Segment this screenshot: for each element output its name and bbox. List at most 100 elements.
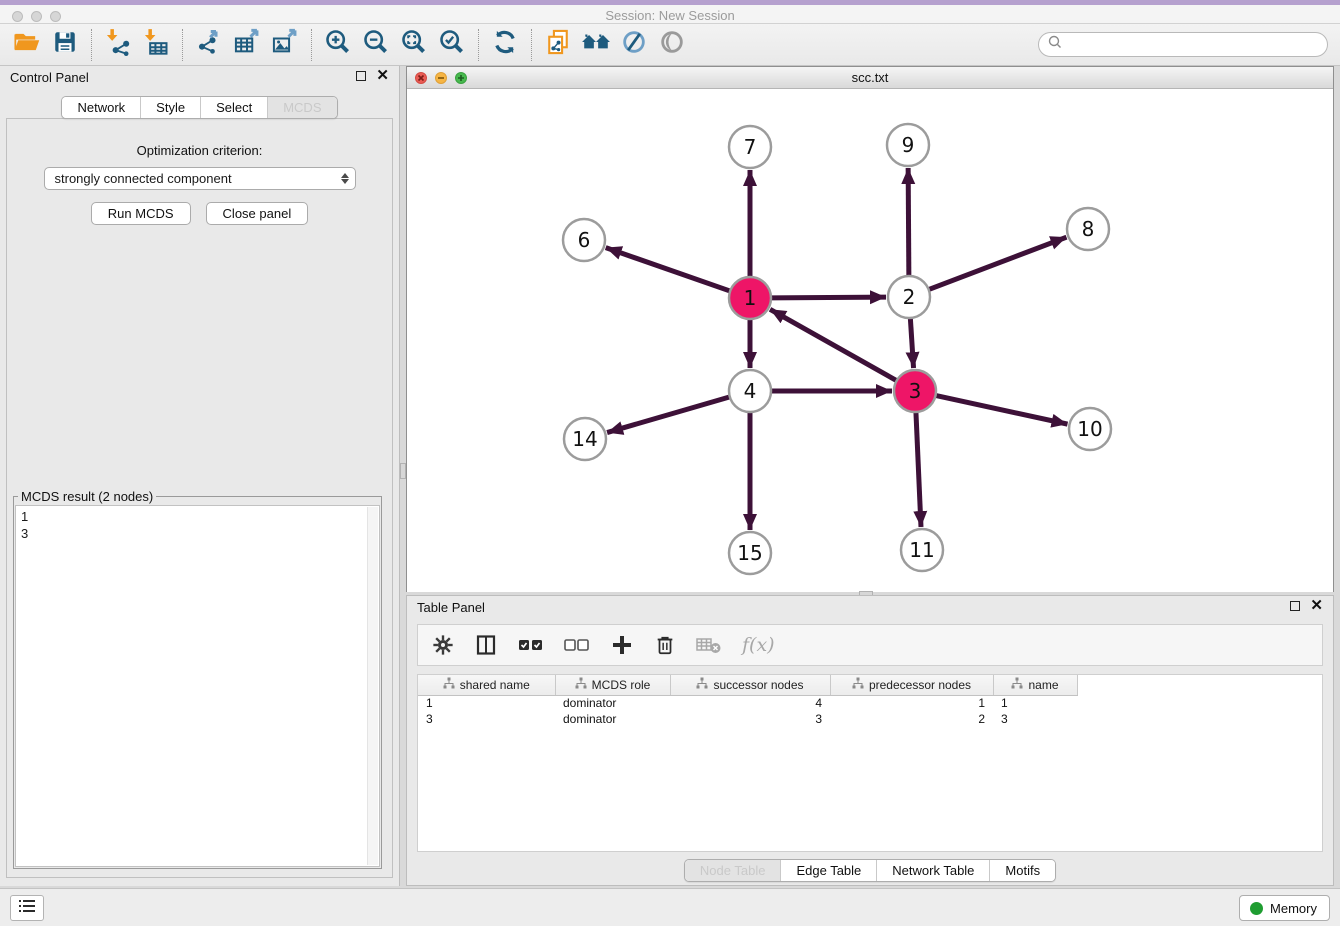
delete-table-button[interactable] [696, 635, 722, 655]
tree-icon [852, 677, 864, 692]
control-panel-tabs: NetworkStyleSelectMCDS [61, 96, 337, 119]
tab-style[interactable]: Style [141, 97, 201, 118]
memory-button[interactable]: Memory [1239, 895, 1330, 921]
graph-node-8[interactable]: 8 [1067, 208, 1109, 250]
table-cell[interactable]: dominator [555, 711, 670, 727]
graph-node-11[interactable]: 11 [901, 529, 943, 571]
tab-edge-table[interactable]: Edge Table [781, 860, 877, 881]
node-label: 14 [572, 427, 597, 451]
toggle-graphics-details-button[interactable] [615, 28, 653, 62]
graph-edge-4-14[interactable] [607, 397, 730, 433]
table-cell[interactable]: 2 [830, 711, 993, 727]
table-cell[interactable]: dominator [555, 695, 670, 711]
tab-select[interactable]: Select [201, 97, 268, 118]
tab-network-table[interactable]: Network Table [877, 860, 990, 881]
import-table-button[interactable] [137, 28, 175, 62]
graph-node-15[interactable]: 15 [729, 532, 771, 574]
graph-edge-3-1[interactable] [770, 309, 897, 380]
show-hide-button[interactable] [653, 28, 691, 62]
search-input[interactable] [1063, 35, 1327, 55]
vertical-splitter-handle[interactable] [400, 463, 406, 479]
mcds-result-box[interactable]: 13 [15, 505, 380, 867]
graph-node-9[interactable]: 9 [887, 124, 929, 166]
table-cell[interactable]: 3 [993, 711, 1077, 727]
column-header-shared-name[interactable]: shared name [418, 675, 555, 695]
export-image-button[interactable] [266, 28, 304, 62]
float-table-panel-icon[interactable] [1290, 601, 1300, 611]
export-network-button[interactable] [190, 28, 228, 62]
graph-node-3[interactable]: 3 [894, 370, 936, 412]
table-row[interactable]: 3dominator323 [418, 711, 1077, 727]
zoom-out-button[interactable] [357, 28, 395, 62]
graph-node-4[interactable]: 4 [729, 370, 771, 412]
tab-motifs[interactable]: Motifs [990, 860, 1055, 881]
zoom-fit-button[interactable] [395, 28, 433, 62]
network-canvas[interactable]: 7 9 6 8 1 2 4 3 14 10 15 11 [407, 89, 1333, 592]
clone-network-button[interactable] [539, 28, 577, 62]
network-window-titlebar[interactable]: scc.txt [407, 67, 1333, 89]
delete-column-button[interactable] [654, 633, 676, 657]
open-file-button[interactable] [8, 28, 46, 62]
tab-node-table[interactable]: Node Table [685, 860, 782, 881]
result-scrollbar[interactable] [367, 507, 378, 865]
table-cell[interactable]: 1 [418, 695, 555, 711]
session-title: Session: New Session [0, 8, 1340, 23]
zoom-in-button[interactable] [319, 28, 357, 62]
tab-mcds[interactable]: MCDS [268, 97, 336, 118]
add-column-button[interactable] [610, 633, 634, 657]
mcds-result-line: 1 [21, 508, 374, 525]
graph-node-7[interactable]: 7 [729, 126, 771, 168]
column-header-MCDS-role[interactable]: MCDS role [555, 675, 670, 695]
graph-node-10[interactable]: 10 [1069, 408, 1111, 450]
optimization-criterion-select[interactable]: strongly connected component [44, 167, 356, 190]
graph-edge-2-3[interactable] [910, 318, 913, 368]
graph-edge-2-9[interactable] [908, 168, 909, 276]
table-panel-tabs: Node TableEdge TableNetwork TableMotifs [684, 859, 1056, 882]
table-cell[interactable]: 1 [993, 695, 1077, 711]
table-cell[interactable]: 3 [418, 711, 555, 727]
table-cell[interactable]: 1 [830, 695, 993, 711]
first-neighbors-button[interactable] [577, 28, 615, 62]
export-table-button[interactable] [228, 28, 266, 62]
graph-edge-3-10[interactable] [936, 395, 1068, 424]
close-table-panel-icon[interactable]: ✕ [1310, 601, 1323, 611]
status-bar: Memory [0, 888, 1340, 926]
graph-node-1[interactable]: 1 [729, 277, 771, 319]
graph-edge-1-2[interactable] [771, 297, 886, 298]
export-network-icon [195, 28, 223, 61]
run-mcds-button[interactable]: Run MCDS [91, 202, 191, 225]
refresh-icon [491, 28, 519, 61]
graph-edge-1-6[interactable] [606, 248, 730, 291]
float-panel-icon[interactable] [356, 71, 366, 81]
save-session-button[interactable] [46, 28, 84, 62]
houses-icon [581, 28, 611, 61]
graph-node-2[interactable]: 2 [888, 276, 930, 318]
deselect-all-columns-button[interactable] [564, 636, 590, 654]
graph-node-14[interactable]: 14 [564, 418, 606, 460]
column-layout-button[interactable] [474, 633, 498, 657]
tab-network[interactable]: Network [62, 97, 141, 118]
tree-icon [696, 677, 708, 692]
table-cell[interactable]: 4 [670, 695, 830, 711]
graph-edge-3-11[interactable] [916, 412, 921, 527]
zoom-fit-icon [400, 28, 428, 61]
graph-edge-2-8[interactable] [929, 237, 1067, 289]
toolbar-separator [531, 29, 532, 61]
task-history-button[interactable] [10, 895, 44, 921]
close-panel-button[interactable]: Close panel [206, 202, 309, 225]
column-header-predecessor-nodes[interactable]: predecessor nodes [830, 675, 993, 695]
table-settings-button[interactable] [432, 634, 454, 656]
table-row[interactable]: 1dominator411 [418, 695, 1077, 711]
import-network-button[interactable] [99, 28, 137, 62]
column-header-successor-nodes[interactable]: successor nodes [670, 675, 830, 695]
refresh-button[interactable] [486, 28, 524, 62]
search-box[interactable] [1038, 32, 1328, 57]
zoom-selected-button[interactable] [433, 28, 471, 62]
select-all-columns-button[interactable] [518, 636, 544, 654]
function-builder-button[interactable]: f(x) [742, 634, 775, 656]
close-panel-icon[interactable]: ✕ [376, 71, 389, 81]
graph-node-6[interactable]: 6 [563, 219, 605, 261]
table-cell[interactable]: 3 [670, 711, 830, 727]
column-header-name[interactable]: name [993, 675, 1077, 695]
node-label: 9 [902, 133, 915, 157]
